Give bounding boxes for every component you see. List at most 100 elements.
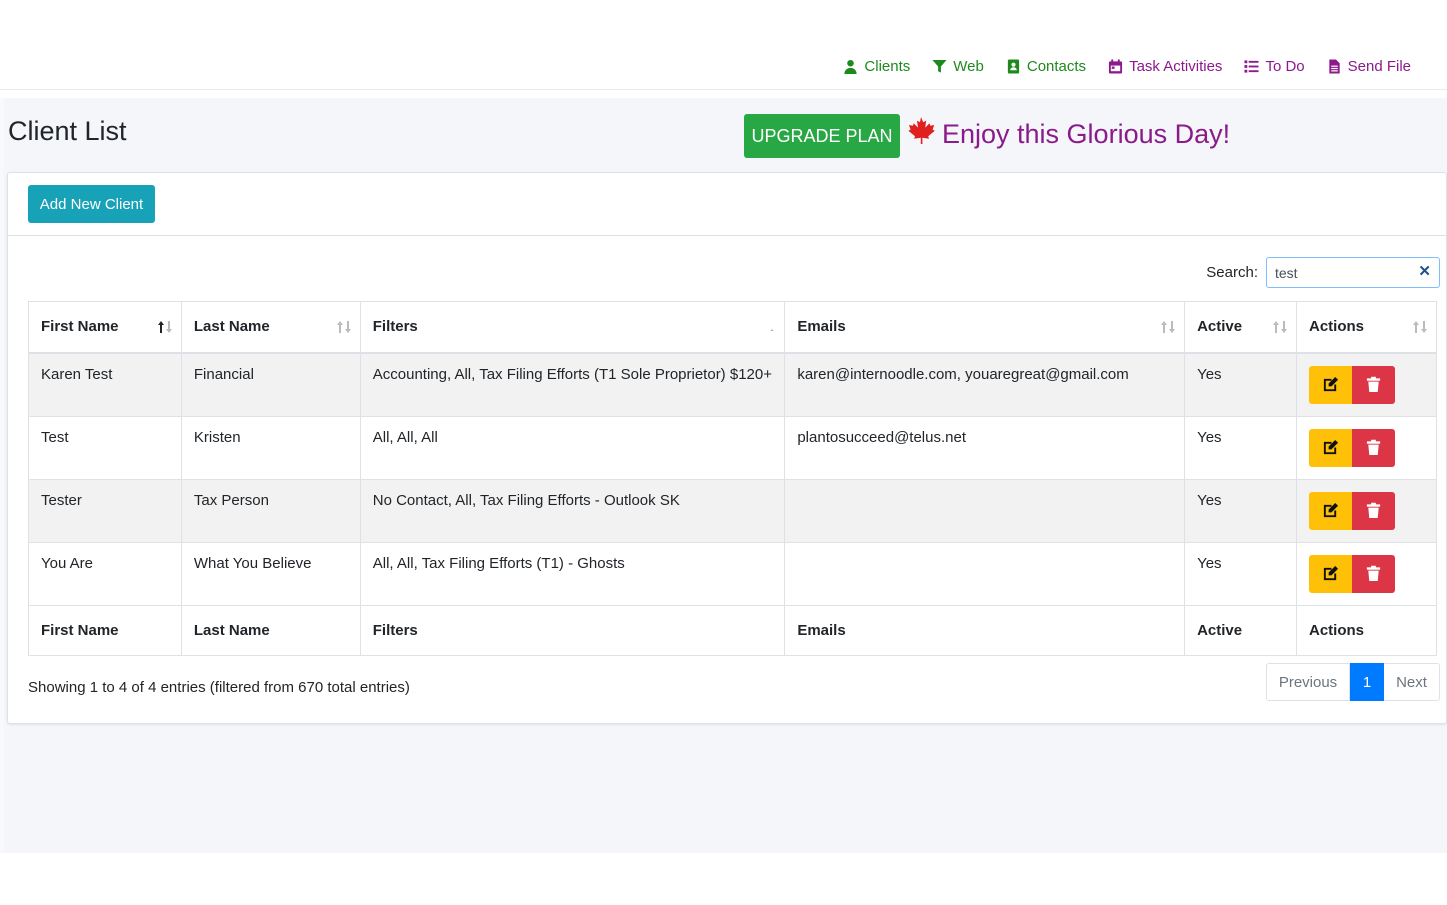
cell-first-name: Karen Test	[28, 352, 182, 417]
sort-asc-icon	[157, 321, 172, 333]
cell-first-name: Tester	[28, 478, 182, 543]
edit-button[interactable]	[1309, 428, 1352, 467]
card-header: Add New Client	[8, 173, 1447, 236]
cell-active: Yes	[1184, 478, 1297, 543]
edit-button[interactable]	[1309, 365, 1352, 404]
column-header-active[interactable]: Active	[1184, 301, 1297, 354]
nav-contacts[interactable]: Contacts	[1006, 58, 1086, 75]
nav-send-file-label: Send File	[1347, 58, 1411, 75]
column-header-label: Emails	[797, 318, 846, 336]
top-navbar: Clients Web Contacts Task Activities To …	[0, 0, 1447, 90]
search-input[interactable]	[1267, 258, 1417, 287]
nav-task-activities-label: Task Activities	[1129, 58, 1223, 75]
search-bar: Search: ✕	[1206, 257, 1440, 288]
column-header-label: First Name	[41, 318, 119, 336]
edit-icon	[1323, 439, 1339, 455]
column-header-first-name[interactable]: First Name	[28, 301, 182, 354]
column-header-emails[interactable]: Emails	[784, 301, 1186, 354]
sort-icon	[1161, 321, 1176, 333]
nav-task-activities[interactable]: Task Activities	[1108, 58, 1222, 75]
table-row: Tester Tax Person No Contact, All, Tax F…	[28, 478, 1437, 543]
column-header-filters[interactable]: Filters	[359, 301, 786, 354]
trash-icon	[1366, 439, 1381, 456]
cell-last-name: Tax Person	[180, 478, 361, 543]
column-header-label: Actions	[1309, 318, 1365, 336]
column-header-actions[interactable]: Actions	[1296, 301, 1437, 354]
cell-active: Yes	[1184, 352, 1297, 417]
table-header-row: First Name Last Name Filters Emails Acti…	[28, 301, 1437, 354]
footer-filters: Filters	[359, 604, 786, 656]
search-box: ✕	[1266, 257, 1440, 288]
nav-to-do[interactable]: To Do	[1244, 58, 1305, 75]
delete-button[interactable]	[1352, 428, 1395, 467]
column-header-last-name[interactable]: Last Name	[180, 301, 361, 354]
table-row: You Are What You Believe All, All, Tax F…	[28, 541, 1437, 606]
pagination: Previous 1 Next	[1266, 663, 1440, 701]
cell-emails: karen@internoodle.com, youaregreat@gmail…	[784, 352, 1186, 417]
greeting-banner: Enjoy this Glorious Day!	[906, 116, 1230, 153]
file-icon	[1327, 59, 1342, 74]
delete-button[interactable]	[1352, 365, 1395, 404]
footer-active: Active	[1184, 604, 1297, 656]
nav-web[interactable]: Web	[932, 58, 984, 75]
client-list-card: Add New Client Search: ✕ First Name Last…	[7, 172, 1447, 724]
cell-emails	[784, 478, 1186, 543]
nav-send-file[interactable]: Send File	[1327, 58, 1411, 75]
page-title: Client List	[8, 116, 127, 146]
list-icon	[1244, 59, 1259, 74]
content-wrapper: Client List UPGRADE PLAN Enjoy this Glor…	[4, 98, 1447, 853]
nav-clients[interactable]: Clients	[843, 58, 910, 75]
clear-search-icon[interactable]: ✕	[1418, 264, 1431, 280]
edit-button[interactable]	[1309, 554, 1352, 593]
cell-actions	[1296, 415, 1437, 480]
cell-last-name: What You Believe	[180, 541, 361, 606]
sort-icon	[1273, 321, 1287, 333]
cell-actions	[1296, 478, 1437, 543]
greeting-text: Enjoy this Glorious Day!	[942, 119, 1231, 149]
previous-page-button[interactable]: Previous	[1266, 663, 1350, 701]
next-page-button[interactable]: Next	[1384, 663, 1440, 701]
page-header: Client List UPGRADE PLAN Enjoy this Glor…	[4, 98, 1447, 172]
footer-emails: Emails	[784, 604, 1186, 656]
cell-emails	[784, 541, 1186, 606]
search-label: Search:	[1206, 264, 1258, 281]
nav-contacts-label: Contacts	[1026, 58, 1087, 75]
maple-leaf-icon	[906, 116, 936, 153]
cell-actions	[1296, 541, 1437, 606]
table-info: Showing 1 to 4 of 4 entries (filtered fr…	[28, 679, 410, 696]
column-header-label: Active	[1197, 318, 1243, 336]
trash-icon	[1366, 502, 1381, 519]
cell-active: Yes	[1184, 541, 1297, 606]
page-1-button[interactable]: 1	[1350, 663, 1384, 701]
cell-filters: All, All, All	[359, 415, 786, 480]
add-new-client-button[interactable]: Add New Client	[28, 185, 155, 223]
filter-icon	[932, 59, 947, 74]
footer-first-name: First Name	[28, 604, 182, 656]
edit-button[interactable]	[1309, 491, 1352, 530]
table-row: Test Kristen All, All, All plantosucceed…	[28, 415, 1437, 480]
cell-last-name: Kristen	[180, 415, 361, 480]
cell-last-name: Financial	[180, 352, 361, 417]
client-table: First Name Last Name Filters Emails Acti…	[28, 301, 1437, 656]
delete-button[interactable]	[1352, 491, 1395, 530]
table-footer-row: First Name Last Name Filters Emails Acti…	[28, 604, 1437, 656]
edit-icon	[1323, 376, 1339, 392]
cell-active: Yes	[1184, 415, 1297, 480]
sort-icon	[1413, 321, 1427, 333]
trash-icon	[1366, 565, 1381, 582]
nav-web-label: Web	[953, 58, 984, 75]
upgrade-plan-button[interactable]: UPGRADE PLAN	[744, 114, 900, 158]
table-row: Karen Test Financial Accounting, All, Ta…	[28, 352, 1437, 417]
cell-first-name: Test	[28, 415, 182, 480]
delete-button[interactable]	[1352, 554, 1395, 593]
sort-icon	[770, 329, 775, 331]
cell-first-name: You Are	[28, 541, 182, 606]
cell-filters: All, All, Tax Filing Efforts (T1) - Ghos…	[359, 541, 786, 606]
cell-filters: Accounting, All, Tax Filing Efforts (T1 …	[359, 352, 786, 417]
trash-icon	[1366, 376, 1381, 393]
column-header-label: Filters	[372, 318, 418, 336]
footer-actions: Actions	[1296, 604, 1437, 656]
cell-emails: plantosucceed@telus.net	[784, 415, 1186, 480]
calendar-icon	[1108, 59, 1123, 74]
nav-clients-label: Clients	[864, 58, 911, 75]
